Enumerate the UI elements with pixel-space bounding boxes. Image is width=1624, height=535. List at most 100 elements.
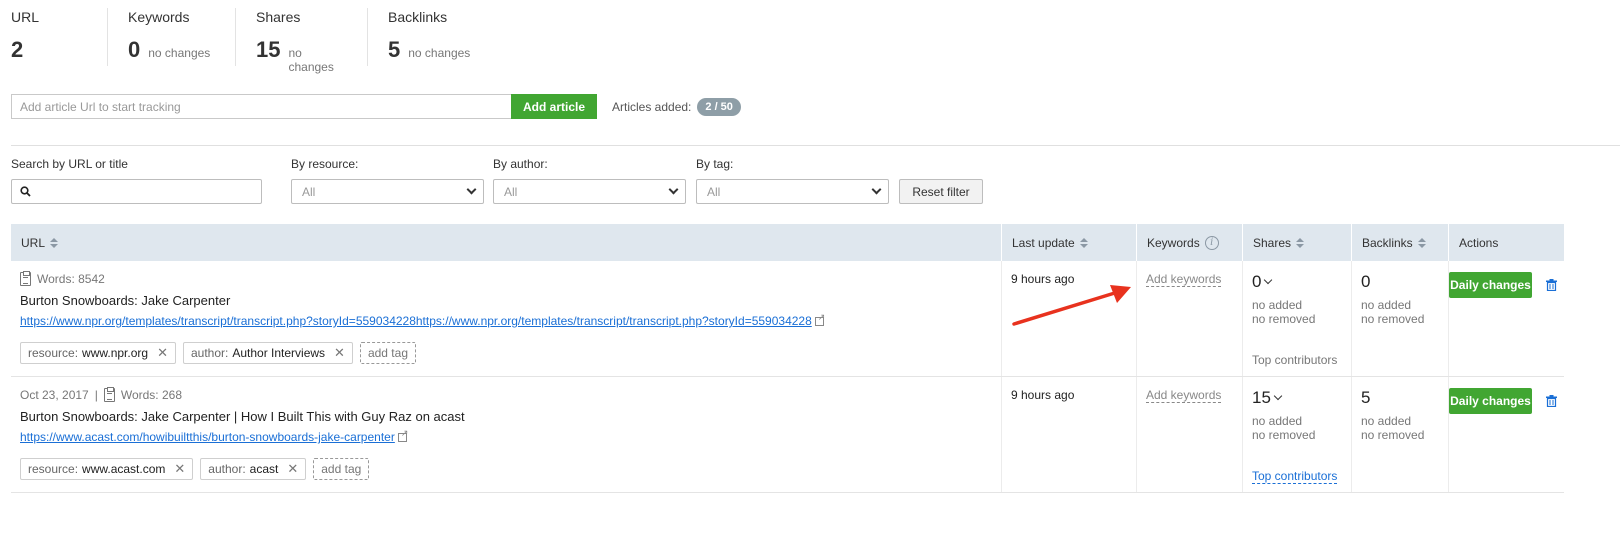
word-count: Words: 8542	[37, 272, 105, 286]
column-shares[interactable]: Shares	[1242, 224, 1351, 261]
add-keywords-link[interactable]: Add keywords	[1146, 388, 1222, 403]
stat-backlinks-label: Backlinks	[388, 9, 448, 25]
column-last-update[interactable]: Last update	[1001, 224, 1136, 261]
top-contributors-link[interactable]: Top contributors	[1252, 469, 1338, 484]
stat-url: URL 2	[11, 8, 107, 66]
search-icon	[20, 186, 31, 197]
tag-value: Author Interviews	[232, 346, 326, 360]
daily-changes-button[interactable]: Daily changes	[1449, 388, 1532, 414]
search-input[interactable]	[11, 179, 262, 204]
tag-select[interactable]: All	[696, 179, 889, 204]
article-title: Burton Snowboards: Jake Carpenter | How …	[20, 409, 465, 424]
stat-keywords-label: Keywords	[128, 9, 190, 25]
shares-dropdown[interactable]: 15	[1252, 388, 1315, 408]
article-url-text[interactable]: https://www.acast.com/howibuiltthis/burt…	[20, 430, 395, 444]
tag-key: author:	[190, 346, 229, 360]
article-url-text[interactable]: https://www.npr.org/templates/transcript…	[20, 314, 812, 328]
column-backlinks-label: Backlinks	[1362, 235, 1413, 250]
add-tag-button[interactable]: add tag	[359, 342, 416, 364]
add-tag-button[interactable]: add tag	[313, 458, 370, 480]
table-row: Oct 23, 2017 | Words: 268 Burton Snowboa…	[11, 377, 1564, 493]
backlinks-value: 0	[1361, 272, 1371, 291]
tag-select-value: All	[707, 184, 721, 199]
column-keywords-label: Keywords	[1147, 235, 1200, 250]
add-keywords-link[interactable]: Add keywords	[1146, 272, 1222, 287]
tag-resource: resource: www.npr.org ✕	[20, 342, 176, 364]
top-contributors: Top contributors	[1252, 353, 1338, 367]
article-date: Oct 23, 2017	[20, 388, 89, 402]
sort-icon	[1417, 237, 1426, 248]
articles-added-label: Articles added:	[612, 99, 692, 114]
backlinks-added: no added	[1361, 414, 1412, 428]
column-url-label: URL	[21, 235, 46, 250]
stat-backlinks: Backlinks 5 no changes	[367, 8, 490, 66]
author-select[interactable]: All	[493, 179, 686, 204]
resource-filter: By resource: All	[291, 157, 484, 204]
tag-key: resource:	[28, 462, 79, 476]
info-icon[interactable]: i	[1204, 235, 1219, 250]
shares-removed: no removed	[1252, 312, 1316, 326]
close-icon[interactable]: ✕	[287, 461, 298, 477]
tag-list: resource: www.npr.org ✕ author: Author I…	[20, 342, 416, 364]
shares-value: 0	[1252, 272, 1262, 291]
chevron-down-icon	[466, 184, 477, 195]
stat-keywords: Keywords 0 no changes	[107, 8, 235, 66]
author-filter: By author: All	[493, 157, 686, 204]
tag-list: resource: www.acast.com ✕ author: acast …	[20, 458, 370, 480]
tag-value: acast	[249, 462, 279, 476]
backlinks-cell: 5 no added no removed	[1361, 388, 1424, 442]
reset-filter-button[interactable]: Reset filter	[899, 179, 983, 204]
chevron-down-icon	[1273, 391, 1283, 401]
column-backlinks[interactable]: Backlinks	[1351, 224, 1448, 261]
article-url-link[interactable]: https://www.acast.com/howibuiltthis/burt…	[20, 428, 408, 445]
meta-separator: |	[94, 388, 98, 402]
external-link-icon[interactable]	[814, 312, 825, 326]
chevron-down-icon	[668, 184, 679, 195]
annotation-arrow-icon	[1012, 285, 1131, 326]
backlinks-removed: no removed	[1361, 312, 1425, 326]
shares-dropdown[interactable]: 0	[1252, 272, 1315, 292]
backlinks-cell: 0 no added no removed	[1361, 272, 1424, 326]
tag-filter: By tag: All	[696, 157, 889, 204]
table-row: Words: 8542 Burton Snowboards: Jake Carp…	[11, 261, 1564, 377]
sort-icon	[1079, 237, 1088, 248]
word-count: Words: 268	[120, 388, 182, 402]
tag-value: www.npr.org	[82, 346, 149, 360]
tag-author: author: Author Interviews ✕	[182, 342, 353, 364]
backlinks-removed: no removed	[1361, 428, 1425, 442]
column-url[interactable]: URL	[11, 224, 1001, 261]
shares-value: 15	[1252, 388, 1271, 407]
article-meta: Oct 23, 2017 | Words: 268	[20, 387, 182, 402]
close-icon[interactable]: ✕	[334, 345, 345, 361]
external-link-icon[interactable]	[397, 428, 408, 442]
stat-keywords-change: no changes	[148, 46, 211, 60]
close-icon[interactable]: ✕	[157, 345, 168, 361]
clipboard-icon	[103, 387, 115, 402]
shares-cell: 0 no added no removed	[1252, 272, 1315, 326]
articles-added-badge: 2 / 50	[697, 97, 741, 116]
close-icon[interactable]: ✕	[174, 461, 185, 477]
column-last-update-label: Last update	[1012, 235, 1075, 250]
article-url-input[interactable]: Add article Url to start tracking	[11, 94, 511, 119]
column-actions: Actions	[1448, 224, 1564, 261]
shares-added: no added	[1252, 414, 1303, 428]
sort-icon	[50, 237, 59, 248]
stats-bar: URL 2 Keywords 0 no changes Shares 15 no…	[11, 8, 490, 74]
stat-url-label: URL	[11, 9, 40, 25]
add-article-button[interactable]: Add article	[511, 94, 597, 119]
author-filter-label: By author:	[493, 157, 548, 171]
trash-icon[interactable]	[1546, 395, 1557, 407]
backlinks-value: 5	[1361, 388, 1371, 407]
table-header: URL Last update Keywords i Shares Backli…	[11, 224, 1564, 261]
stat-backlinks-value: 5	[388, 37, 401, 62]
sort-icon	[1296, 237, 1305, 248]
article-title: Burton Snowboards: Jake Carpenter	[20, 293, 231, 308]
daily-changes-button[interactable]: Daily changes	[1449, 272, 1532, 298]
divider	[11, 145, 1620, 146]
stat-shares-value: 15	[256, 37, 281, 62]
article-url-link[interactable]: https://www.npr.org/templates/transcript…	[20, 312, 825, 329]
clipboard-icon	[20, 271, 31, 286]
shares-cell: 15 no added no removed	[1252, 388, 1315, 442]
resource-select[interactable]: All	[291, 179, 484, 204]
trash-icon[interactable]	[1546, 279, 1557, 291]
